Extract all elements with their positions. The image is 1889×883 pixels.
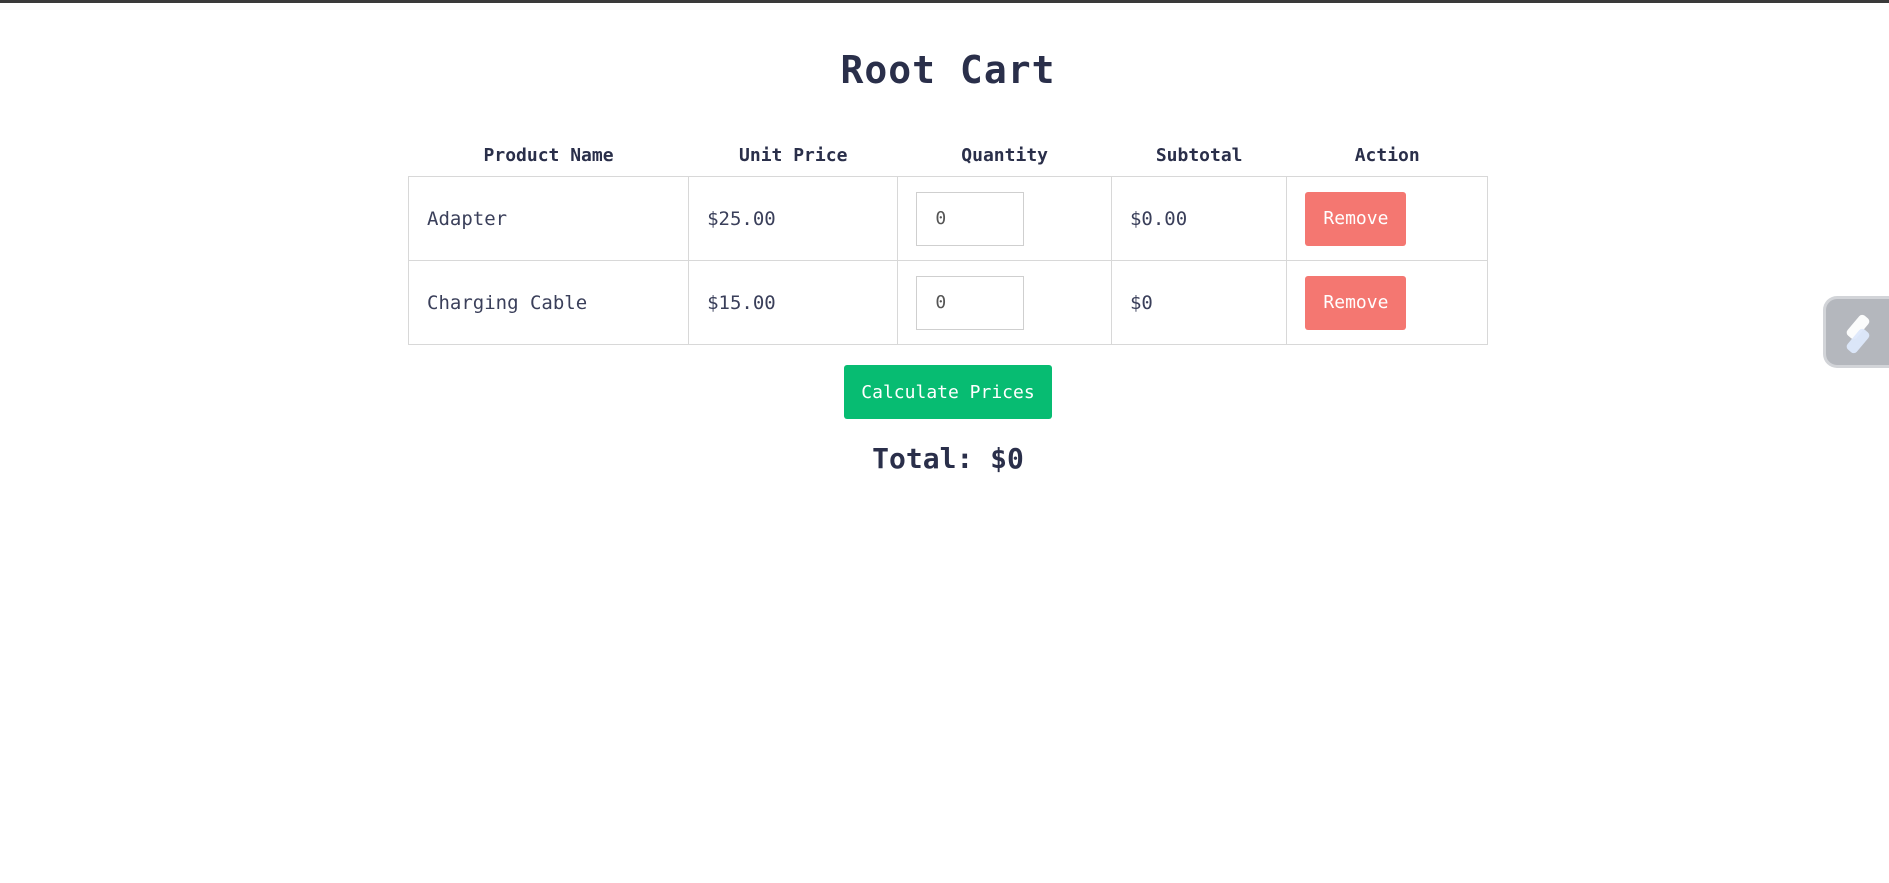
- quantity-cell: [897, 260, 1112, 345]
- header-product-name: Product Name: [483, 144, 614, 166]
- product-name-cell: Adapter: [407, 176, 690, 261]
- quantity-cell: [897, 176, 1112, 261]
- calculate-prices-button[interactable]: Calculate Prices: [844, 365, 1052, 419]
- header-subtotal: Subtotal: [1155, 144, 1243, 166]
- quantity-input[interactable]: [916, 191, 1025, 246]
- header-quantity: Quantity: [961, 144, 1048, 166]
- total-amount: Total: $0: [872, 442, 1024, 475]
- product-name-cell: Charging Cable: [407, 260, 690, 345]
- extension-logo-icon: [1846, 314, 1870, 354]
- table-row: Adapter $25.00 $0.00 Remove: [407, 176, 1488, 261]
- header-unit-price: Unit Price: [739, 144, 848, 166]
- unit-price-cell: $15.00: [688, 260, 899, 345]
- unit-price-cell: $25.00: [688, 176, 899, 261]
- side-extension-widget[interactable]: [1823, 296, 1889, 368]
- action-cell: Remove: [1286, 176, 1488, 261]
- subtotal-cell: $0: [1110, 260, 1288, 345]
- remove-button[interactable]: Remove: [1305, 275, 1407, 330]
- remove-button[interactable]: Remove: [1305, 191, 1407, 246]
- browser-top-border: [0, 0, 1889, 3]
- table-row: Charging Cable $15.00 $0 Remove: [407, 260, 1488, 345]
- subtotal-cell: $0.00: [1110, 176, 1288, 261]
- table-header-row: Product Name Unit Price Quantity Subtota…: [409, 134, 1488, 177]
- quantity-input[interactable]: [916, 275, 1025, 330]
- header-action: Action: [1354, 144, 1420, 166]
- cart-table: Product Name Unit Price Quantity Subtota…: [407, 134, 1488, 345]
- action-cell: Remove: [1286, 260, 1488, 345]
- page-title: Root Cart: [840, 48, 1056, 92]
